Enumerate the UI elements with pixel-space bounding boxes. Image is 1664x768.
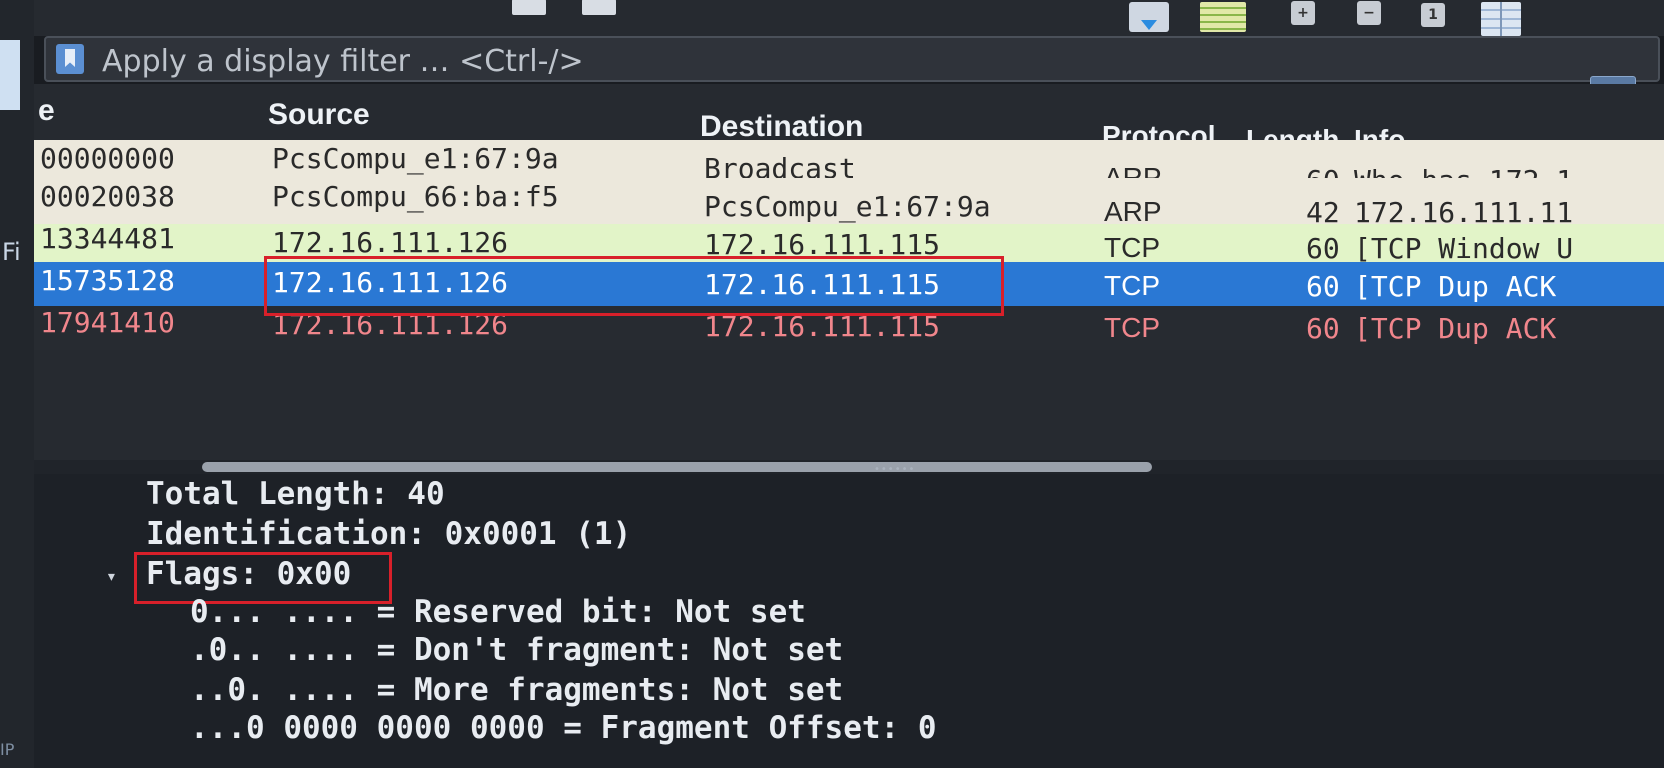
- rect-icon: [512, 0, 546, 15]
- minus-icon: −: [1357, 1, 1381, 25]
- background-window-label: Fi: [2, 238, 21, 266]
- detail-reserved-bit[interactable]: 0... .... = Reserved bit: Not set: [190, 594, 806, 630]
- bookmark-icon: [65, 49, 75, 67]
- toolbar-button-2[interactable]: [574, 0, 624, 15]
- packet-list[interactable]: e Source Destination Protocol Length Inf…: [34, 84, 1664, 460]
- cell-destination: 172.16.111.115: [704, 310, 941, 343]
- expand-arrow-icon[interactable]: ▾: [106, 566, 117, 587]
- zoom-out-button[interactable]: −: [1354, 0, 1384, 26]
- plus-icon: +: [1291, 1, 1315, 25]
- toolbar-button-1[interactable]: [504, 0, 554, 15]
- cell-source: 172.16.111.126: [272, 266, 509, 299]
- detail-identification[interactable]: Identification: 0x0001 (1): [146, 516, 631, 552]
- cell-length: 60: [1306, 312, 1340, 345]
- display-filter-bar: [44, 36, 1660, 82]
- cell-length: 60: [1306, 232, 1340, 265]
- background-window-label-bottom: IP: [0, 740, 15, 759]
- column-header-destination[interactable]: Destination: [700, 110, 863, 144]
- cell-destination: 172.16.111.115: [704, 268, 941, 301]
- cell-length: 60: [1306, 270, 1340, 303]
- display-filter-input[interactable]: [100, 42, 1504, 80]
- lines-icon: [1200, 2, 1246, 32]
- one-icon: 1: [1421, 3, 1445, 27]
- resize-columns-button[interactable]: [1478, 0, 1524, 38]
- cell-time: 15735128: [40, 264, 175, 297]
- cell-destination: PcsCompu_e1:67:9a: [704, 190, 991, 223]
- cell-source: PcsCompu_e1:67:9a: [272, 142, 559, 175]
- background-window-edge: Fi IP: [0, 0, 34, 768]
- document-down-icon: [1129, 2, 1169, 32]
- cell-source: 172.16.111.126: [272, 226, 509, 259]
- cell-protocol: TCP: [1104, 232, 1160, 263]
- cell-protocol: TCP: [1104, 270, 1160, 301]
- horizontal-scrollbar-thumb[interactable]: [202, 462, 1152, 472]
- filter-bookmark-button[interactable]: [56, 44, 84, 74]
- columns-icon: [1481, 2, 1521, 36]
- packet-list-header: e Source Destination Protocol Length Inf…: [34, 84, 1664, 155]
- packet-row[interactable]: 00000000 PcsCompu_e1:67:9a Broadcast ARP…: [34, 140, 1664, 197]
- cell-time: 00020038: [40, 180, 175, 213]
- rect-icon: [582, 0, 616, 15]
- zoom-in-button[interactable]: +: [1288, 0, 1318, 26]
- cell-time: 13344481: [40, 222, 175, 255]
- normal-size-button[interactable]: 1: [1418, 0, 1448, 30]
- detail-flags[interactable]: Flags: 0x00: [146, 556, 351, 592]
- detail-dont-fragment[interactable]: .0.. .... = Don't fragment: Not set: [190, 632, 843, 668]
- screen: Fi IP + − 1 ➡ ▾ e Source Destination Pro…: [0, 0, 1664, 768]
- cell-time: 17941410: [40, 306, 175, 339]
- packet-row[interactable]: 13344481 172.16.111.126 172.16.111.115 T…: [34, 222, 1664, 265]
- packet-row[interactable]: 17941410 172.16.111.126 172.16.111.115 T…: [34, 306, 1664, 350]
- colorize-button[interactable]: [1196, 0, 1250, 34]
- pane-splitter[interactable]: ••••••: [34, 460, 1664, 475]
- column-header-source[interactable]: Source: [268, 98, 370, 132]
- cell-protocol: TCP: [1104, 312, 1160, 343]
- packet-row[interactable]: 00020038 PcsCompu_66:ba:f5 PcsCompu_e1:6…: [34, 178, 1664, 229]
- cell-info: [TCP Dup ACK: [1354, 270, 1557, 303]
- packet-row-selected[interactable]: 15735128 172.16.111.126 172.16.111.115 T…: [34, 262, 1664, 306]
- main-toolbar: + − 1: [34, 0, 1664, 36]
- column-header-time[interactable]: e: [38, 94, 55, 128]
- cell-info: [TCP Dup ACK: [1354, 312, 1557, 345]
- cell-source: 172.16.111.126: [272, 308, 509, 341]
- detail-total-length[interactable]: Total Length: 40: [146, 476, 445, 512]
- cell-source: PcsCompu_66:ba:f5: [272, 180, 559, 213]
- packet-details[interactable]: Total Length: 40 Identification: 0x0001 …: [34, 474, 1664, 768]
- autoscroll-button[interactable]: [1124, 0, 1174, 34]
- cell-destination: 172.16.111.115: [704, 228, 941, 261]
- detail-more-fragments[interactable]: ..0. .... = More fragments: Not set: [190, 672, 843, 708]
- cell-time: 00000000: [40, 142, 175, 175]
- background-window-strip: [0, 40, 20, 110]
- cell-info: [TCP Window U: [1354, 232, 1574, 265]
- detail-fragment-offset[interactable]: ...0 0000 0000 0000 = Fragment Offset: 0: [190, 710, 937, 746]
